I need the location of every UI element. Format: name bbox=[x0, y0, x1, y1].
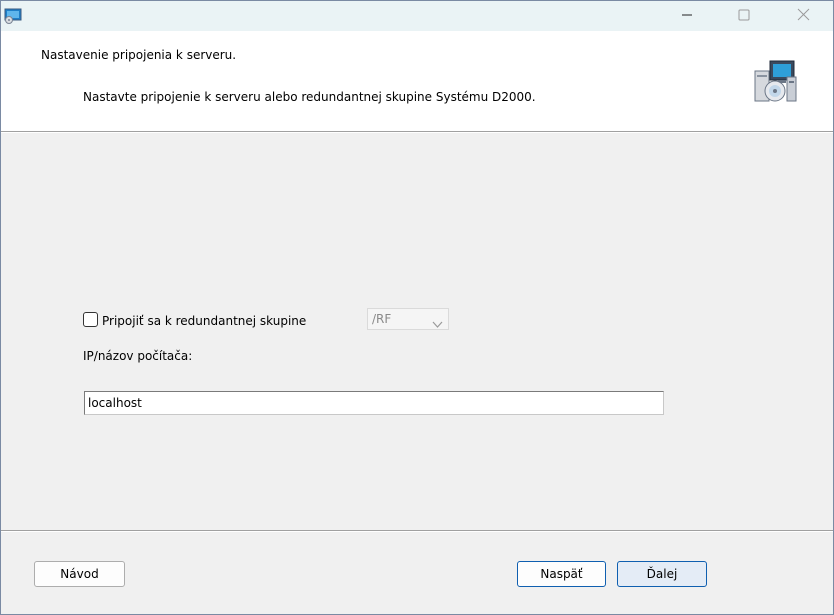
installer-window: Nastavenie pripojenia k serveru. Nastavt… bbox=[0, 0, 834, 615]
header-description: Nastavte pripojenie k serveru alebo redu… bbox=[83, 90, 536, 104]
maximize-icon bbox=[738, 9, 750, 24]
ip-hostname-label: IP/názov počítača: bbox=[83, 349, 193, 363]
help-button[interactable]: Návod bbox=[34, 561, 125, 587]
ip-hostname-input[interactable] bbox=[84, 391, 664, 415]
next-button[interactable]: Ďalej bbox=[617, 561, 707, 587]
redundant-group-label[interactable]: Pripojiť sa k redundantnej skupine bbox=[102, 314, 306, 328]
back-button[interactable]: Naspäť bbox=[517, 561, 606, 587]
header-title: Nastavenie pripojenia k serveru. bbox=[41, 48, 237, 62]
header-separator bbox=[1, 131, 833, 133]
redundant-group-checkbox[interactable] bbox=[83, 312, 98, 327]
maximize-button[interactable] bbox=[715, 1, 773, 31]
redundant-group-select[interactable]: /RF bbox=[367, 308, 449, 330]
close-button[interactable] bbox=[774, 1, 832, 31]
installer-app-icon bbox=[4, 8, 22, 24]
close-icon bbox=[797, 8, 810, 24]
setup-computer-cd-icon bbox=[753, 59, 799, 105]
chevron-down-icon bbox=[432, 315, 443, 335]
minimize-icon bbox=[681, 9, 693, 24]
minimize-button[interactable] bbox=[658, 1, 716, 31]
wizard-header: Nastavenie pripojenia k serveru. Nastavt… bbox=[1, 31, 833, 131]
title-bar[interactable] bbox=[1, 1, 833, 31]
redundant-group-select-value: /RF bbox=[372, 312, 392, 326]
redundant-group-option[interactable]: Pripojiť sa k redundantnej skupine bbox=[83, 312, 306, 328]
footer-separator bbox=[1, 530, 833, 532]
